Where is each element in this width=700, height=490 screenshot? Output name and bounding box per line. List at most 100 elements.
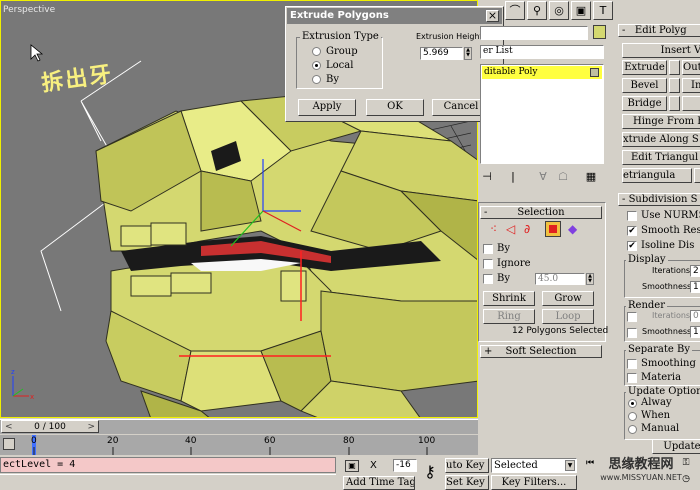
element-icon[interactable]: ◆	[568, 222, 577, 236]
modifier-toggle-icon[interactable]	[590, 68, 599, 77]
outline-button[interactable]: Out	[682, 60, 700, 75]
radio-group[interactable]	[312, 47, 321, 56]
extrude-along-spline-button[interactable]: xtrude Along S	[622, 132, 700, 147]
make-unique-icon[interactable]: ∀	[536, 170, 550, 184]
isoline-display-checkbox[interactable]: ✔	[627, 241, 637, 251]
maxscript-listener[interactable]: ectLevel = 4	[0, 457, 336, 473]
hierarchy-tab-icon[interactable]: ⚲	[527, 1, 547, 20]
update-options-label: Update Option	[626, 386, 700, 397]
viewport-label[interactable]: Perspective	[3, 5, 55, 15]
key-mode-icon[interactable]: ⚷	[418, 462, 442, 482]
border-icon[interactable]: ∂	[524, 222, 530, 236]
object-color-swatch[interactable]	[593, 25, 606, 39]
extrude-button[interactable]: Extrude	[622, 60, 667, 75]
bridge-button[interactable]: Bridge	[622, 96, 667, 111]
by-angle-checkbox[interactable]	[483, 274, 493, 284]
bevel-button[interactable]: Bevel	[622, 78, 667, 93]
edit-triangulation-button[interactable]: Edit Triangul	[622, 150, 700, 165]
time-slider-thumb[interactable]: < 0 / 100 >	[1, 420, 99, 433]
extrusion-height-spinner[interactable]: ▲ ▼	[464, 47, 472, 60]
key-filters-button[interactable]: Key Filters...	[491, 475, 577, 490]
selection-status: 12 Polygons Selected	[512, 326, 609, 336]
show-end-result-icon[interactable]: |	[506, 170, 520, 184]
track-bar[interactable]: 0 20 40 60 80 100	[0, 435, 478, 455]
configure-sets-icon[interactable]: ▦	[584, 170, 598, 184]
bevel-settings-button[interactable]	[669, 78, 680, 93]
loop-button[interactable]: Loop	[542, 309, 594, 324]
inset-button[interactable]: In	[682, 78, 700, 93]
shrink-button[interactable]: Shrink	[483, 291, 535, 306]
ring-button[interactable]: Ring	[483, 309, 535, 324]
edge-icon[interactable]: ◁	[506, 222, 515, 236]
render-smoothness-input[interactable]: 1	[690, 326, 700, 338]
update-button[interactable]: Update	[652, 439, 700, 454]
render-smoothness-checkbox[interactable]	[627, 328, 637, 338]
ignore-backfacing-checkbox[interactable]	[483, 259, 493, 269]
smoothing-groups-checkbox[interactable]	[627, 359, 637, 369]
modify-tab-icon[interactable]: ⌒	[505, 1, 525, 20]
update-manually-radio[interactable]	[628, 425, 637, 434]
extrude-settings-button[interactable]	[669, 60, 680, 75]
edit-polygons-header[interactable]: - Edit Polyg	[618, 24, 700, 37]
turn-button[interactable]	[694, 168, 700, 183]
ok-button[interactable]: OK	[366, 99, 424, 116]
radio-by-polygon[interactable]	[312, 75, 321, 84]
vertex-icon[interactable]: ⁖	[490, 222, 497, 236]
render-smoothness-label: Smoothness:	[642, 327, 694, 336]
apply-button[interactable]: Apply	[298, 99, 356, 116]
angle-spinner[interactable]: ▲ ▼	[586, 273, 594, 285]
dialog-close-button[interactable]: ×	[486, 10, 499, 22]
by-vertex-checkbox[interactable]	[483, 244, 493, 254]
display-tab-icon[interactable]: ▣	[571, 1, 591, 20]
update-when-rendering-radio[interactable]	[628, 412, 637, 421]
modifier-list-label: er List	[483, 46, 513, 56]
status-prompt	[0, 474, 336, 490]
radio-local[interactable]	[312, 61, 321, 70]
add-time-tag-button[interactable]: Add Time Tag	[343, 476, 415, 490]
set-key-button[interactable]: Set Key	[445, 475, 489, 490]
use-nurms-label: Use NURMS	[641, 210, 700, 221]
auto-key-button[interactable]: uto Key	[445, 458, 489, 473]
modifier-stack-list[interactable]	[480, 64, 604, 164]
x-coord-input[interactable]: -16	[393, 459, 417, 472]
grow-button[interactable]: Grow	[542, 291, 594, 306]
modifier-stack-item[interactable]: ditable Poly	[482, 66, 602, 79]
display-iterations-input[interactable]: 2	[690, 265, 700, 277]
extrude-polygons-dialog: Extrude Polygons × Extrusion Type Group …	[285, 6, 504, 122]
angle-input[interactable]: 45.0	[535, 273, 585, 285]
dialog-titlebar[interactable]: Extrude Polygons	[287, 8, 502, 24]
time-slider[interactable]: < 0 / 100 >	[0, 419, 478, 434]
update-always-radio[interactable]	[628, 399, 637, 408]
track-ruler	[33, 447, 428, 455]
radio-by-label: By	[326, 74, 339, 85]
motion-tab-icon[interactable]: ◎	[549, 1, 569, 20]
insert-vertex-button[interactable]: Insert Ver	[622, 43, 700, 58]
by-vertex-label: By	[497, 243, 510, 254]
display-group-label: Display	[626, 254, 668, 265]
display-smoothness-input[interactable]: 1	[690, 281, 700, 293]
extrusion-height-input[interactable]: 5.969	[420, 47, 463, 60]
remove-modifier-icon[interactable]: ☖	[556, 170, 570, 184]
smooth-result-checkbox[interactable]: ✔	[627, 226, 637, 236]
object-name-field[interactable]	[480, 26, 588, 40]
retriangulate-button[interactable]: etriangula	[622, 168, 692, 183]
selection-rollout-header[interactable]: - Selection	[480, 206, 602, 219]
hinge-button[interactable]: Hinge From E	[622, 114, 700, 129]
polygon-icon[interactable]	[545, 221, 561, 237]
lock-selection-icon[interactable]: ▣	[345, 460, 359, 472]
subdivision-header[interactable]: - Subdivision S	[618, 193, 700, 206]
soft-selection-header[interactable]: + Soft Selection	[480, 345, 602, 358]
flip-button[interactable]	[682, 96, 700, 111]
modifier-list-dropdown[interactable]: er List	[480, 45, 604, 59]
isoline-display-label: Isoline Dis	[641, 240, 695, 251]
go-to-start-icon[interactable]: ⏮	[582, 458, 598, 472]
bridge-settings-button[interactable]	[669, 96, 680, 111]
materials-checkbox[interactable]	[627, 373, 637, 383]
selection-set-dropdown[interactable]: Selected ▼	[491, 458, 577, 473]
watermark: 思缘教程网 www.MISSYUAN.NET	[600, 457, 682, 487]
render-iterations-checkbox[interactable]	[627, 312, 637, 322]
utilities-tab-icon[interactable]: T	[593, 1, 613, 20]
use-nurms-checkbox[interactable]	[627, 211, 637, 221]
pin-stack-icon[interactable]: ⊣	[480, 170, 494, 184]
render-iterations-input[interactable]: 0	[690, 310, 700, 322]
